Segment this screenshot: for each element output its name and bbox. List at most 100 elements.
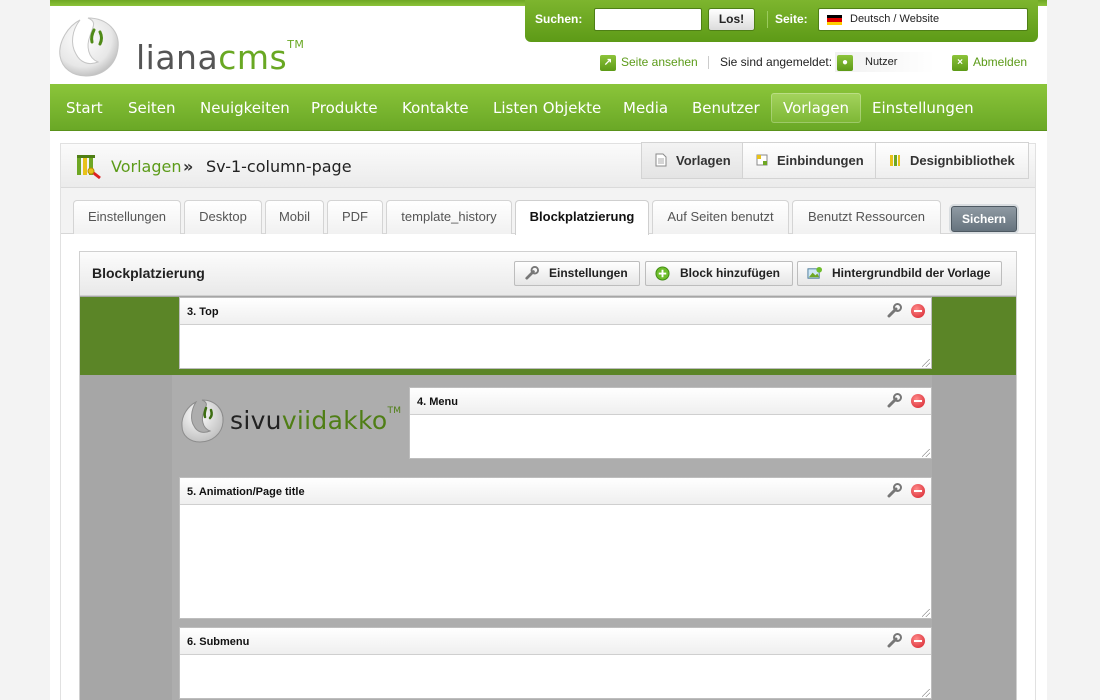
save-button[interactable]: Sichern [951,206,1017,232]
document-icon [655,153,667,167]
nav-item-media[interactable]: Media [611,93,680,123]
divider [708,56,709,69]
logo-text-cms: cms [218,38,288,77]
site-select[interactable]: Deutsch / Website [818,8,1028,31]
subtab-label: Einbindungen [777,153,864,168]
block-placement-title: Blockplatzierung [92,265,205,281]
logo-tm: TM [287,38,305,51]
library-icon [890,155,900,166]
remove-icon[interactable] [911,634,925,648]
remove-icon[interactable] [911,304,925,318]
lianacms-logo[interactable]: lianacmsTM [58,16,304,78]
sivuviidakko-text-b: viidakko [281,406,388,435]
add-block-button-label: Block hinzufügen [680,266,780,280]
block-header: 4. Menu [410,388,931,415]
view-site-link[interactable]: Seite ansehen [621,54,698,70]
breadcrumb-separator: » [183,157,194,176]
block-header: 3. Top [180,298,931,325]
resize-handle[interactable] [922,449,930,457]
block-placement-frame: Blockplatzierung Einstellungen Block hin… [79,251,1017,700]
block-title: 6. Submenu [187,636,250,648]
image-icon [807,266,822,279]
tab-mobil[interactable]: Mobil [265,200,324,234]
sivuviidakko-logo-icon [181,399,224,443]
search-input[interactable] [594,8,702,31]
tab-blockplatzierung[interactable]: Blockplatzierung [515,200,649,235]
background-image-button-label: Hintergrundbild der Vorlage [832,266,991,280]
subtab-designbibliothek[interactable]: Designbibliothek [875,142,1029,179]
sivuviidakko-logo: sivuviidakkoTM [180,398,401,446]
main-nav: Start Seiten Neuigkeiten Produkte Kontak… [50,84,1047,131]
logout-icon[interactable]: × [952,55,968,71]
block-placement-area: Blockplatzierung Einstellungen Block hin… [61,235,1035,700]
block-title: 5. Animation/Page title [187,486,305,498]
content-panel: Vorlagen » Sv-1-column-page Vorlagen Ein… [60,142,1036,700]
site-label: Seite: [775,12,808,26]
nav-item-neuigkeiten[interactable]: Neuigkeiten [188,93,302,123]
search-label: Suchen: [535,12,583,26]
add-block-button[interactable]: Block hinzufügen [645,261,793,286]
wrench-icon[interactable] [886,393,902,409]
remove-icon[interactable] [911,394,925,408]
resize-handle[interactable] [922,609,930,617]
nav-item-einstellungen[interactable]: Einstellungen [860,93,986,123]
background-image-button[interactable]: Hintergrundbild der Vorlage [797,261,1002,286]
header: lianacmsTM Suchen: Los! Seite: Deutsch /… [50,0,1047,84]
wrench-icon[interactable] [886,303,902,319]
nav-item-benutzer[interactable]: Benutzer [680,93,772,123]
sivuviidakko-wordmark: sivuviidakkoTM [230,406,401,435]
nav-item-listen-objekte[interactable]: Listen Objekte [481,93,613,123]
nav-item-start[interactable]: Start [54,93,115,123]
divider [767,11,768,28]
nav-item-kontakte[interactable]: Kontakte [390,93,481,123]
view-site-icon[interactable]: ↗ [600,55,616,71]
breadcrumb-current: Sv-1-column-page [206,157,352,176]
nav-item-vorlagen[interactable]: Vorlagen [771,93,862,123]
breadcrumb-root[interactable]: Vorlagen [111,157,181,176]
sivuviidakko-text-a: sivu [230,406,282,435]
subtab-einbindungen[interactable]: Einbindungen [742,142,876,179]
german-flag-icon [827,15,842,25]
search-bar: Suchen: Los! Seite: Deutsch / Website [525,0,1038,42]
sivuviidakko-tm: TM [387,406,402,416]
settings-button-label: Einstellungen [549,266,628,280]
block-menu[interactable]: 4. Menu [409,387,932,459]
resize-handle[interactable] [922,359,930,367]
page: lianacmsTM Suchen: Los! Seite: Deutsch /… [50,0,1047,700]
logout-link[interactable]: Abmelden [973,54,1027,70]
plus-icon [655,266,670,281]
block-title: 3. Top [187,306,219,318]
block-animation-page-title[interactable]: 5. Animation/Page title [179,477,932,619]
tab-einstellungen[interactable]: Einstellungen [73,200,181,234]
block-placement-toolbar: Blockplatzierung Einstellungen Block hin… [80,252,1016,296]
block-title: 4. Menu [417,396,458,408]
tab-pdf[interactable]: PDF [327,200,383,234]
breadcrumb: Vorlagen » Sv-1-column-page Vorlagen Ein… [61,142,1035,188]
tab-auf-seiten-benutzt[interactable]: Auf Seiten benutzt [652,200,789,234]
resize-handle[interactable] [922,689,930,697]
nav-item-produkte[interactable]: Produkte [299,93,390,123]
logo-text-liana: liana [136,38,219,77]
nav-item-seiten[interactable]: Seiten [116,93,188,123]
block-submenu[interactable]: 6. Submenu [179,627,932,699]
user-name: Nutzer [865,56,898,68]
tab-benutzt-ressourcen[interactable]: Benutzt Ressourcen [792,200,941,234]
block-header: 5. Animation/Page title [180,478,931,505]
wrench-icon[interactable] [886,633,902,649]
wrench-icon[interactable] [886,483,902,499]
block-header: 6. Submenu [180,628,931,655]
logged-in-label: Sie sind angemeldet: [720,55,833,69]
search-button[interactable]: Los! [708,8,755,31]
user-icon: ● [837,55,853,71]
subtab-label: Vorlagen [676,153,731,168]
subtab-vorlagen[interactable]: Vorlagen [641,142,743,179]
tab-template-history[interactable]: template_history [386,200,512,234]
remove-icon[interactable] [911,484,925,498]
block-top[interactable]: 3. Top [179,297,932,369]
site-select-value: Deutsch / Website [850,13,940,25]
tab-desktop[interactable]: Desktop [184,200,262,234]
templates-icon [77,155,101,180]
tab-bar: Einstellungen Desktop Mobil PDF template… [61,188,1035,235]
subtab-label: Designbibliothek [910,153,1015,168]
settings-button[interactable]: Einstellungen [514,261,640,286]
